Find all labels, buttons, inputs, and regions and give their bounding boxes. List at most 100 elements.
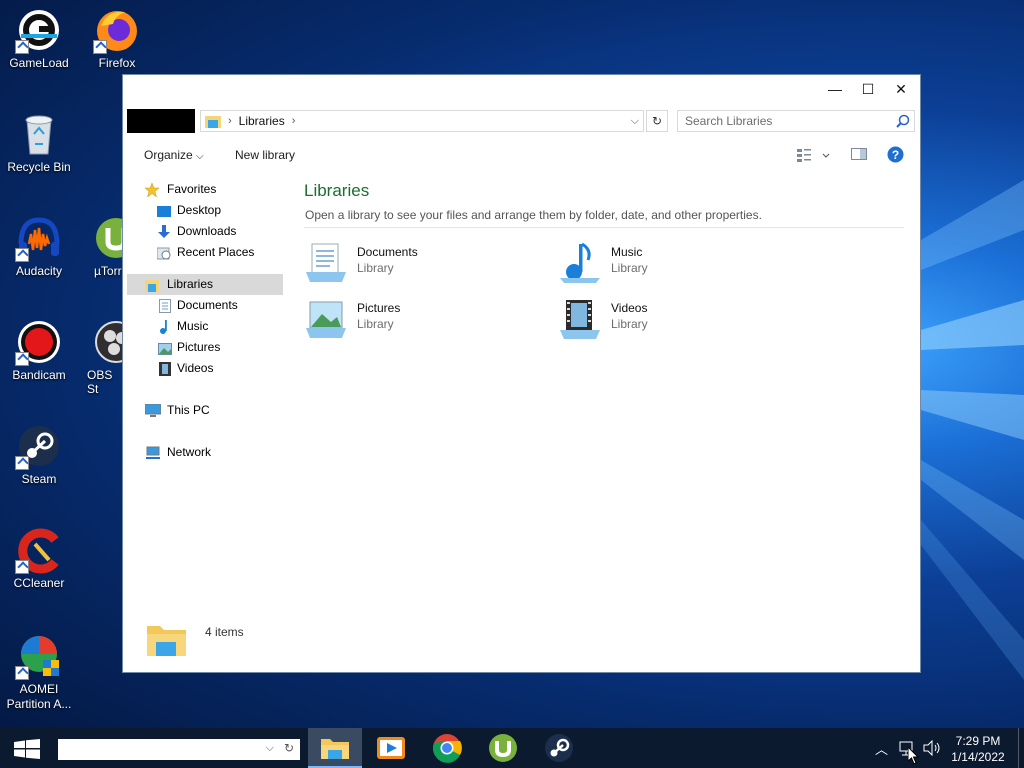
tile-type: Library [357,261,394,275]
chevron-down-icon[interactable]: ⌵ [266,742,274,755]
nav-favorites[interactable]: Favorites [127,179,283,200]
maximize-button[interactable]: ☐ [851,75,885,103]
desktop-icon-gameload[interactable]: GameLoad [0,6,78,70]
desktop-icon-recycle-bin[interactable]: Recycle Bin [0,110,78,174]
computer-icon [144,403,162,417]
nav-libraries[interactable]: Libraries [127,274,283,295]
preview-pane-icon[interactable] [851,147,867,164]
nav-this-pc[interactable]: This PC [127,400,283,421]
tile-type: Library [611,261,648,275]
documents-icon [304,242,348,284]
library-tile-music[interactable]: Music Library [558,242,798,286]
music-note-icon [159,320,173,334]
recycle-bin-icon [15,110,63,158]
organize-menu[interactable]: Organize ⌵ [144,148,204,162]
taskbar-search-input[interactable]: ⌵ ↻ [58,739,300,760]
refresh-button[interactable]: ↻ [646,110,668,132]
desktop-icon-ccleaner[interactable]: CCleaner [0,526,78,590]
search-icon[interactable] [896,114,910,131]
desktop-icon-label: GameLoad [9,56,69,70]
show-desktop-button[interactable] [1018,728,1024,768]
nav-music[interactable]: Music [127,316,283,337]
libraries-icon [145,278,159,292]
chevron-right-icon[interactable]: › [292,115,296,127]
desktop-icon-audacity[interactable]: Audacity [0,214,78,278]
desktop-icon-obs[interactable]: OBS St [78,318,124,396]
library-tile-documents[interactable]: Documents Library [304,242,544,286]
nav-videos[interactable]: Videos [127,358,283,379]
nav-recent-places[interactable]: Recent Places [127,242,283,263]
tile-name: Music [611,245,643,259]
taskbar-app-file-explorer[interactable] [308,728,362,768]
status-bar: 4 items [123,620,920,672]
desktop-icon-steam[interactable]: Steam [0,422,78,486]
clock-time: 7:29 PM [955,734,1001,748]
star-icon [144,182,160,198]
clock[interactable]: 7:29 PM 1/14/2022 [946,733,1010,765]
network-icon [145,446,160,459]
svg-text:?: ? [892,148,899,162]
address-row: › Libraries › ⌵ ↻ Search Libraries [127,108,915,133]
chevron-down-icon: ⌵ [196,151,204,162]
steam-icon [15,422,63,470]
libraries-icon [205,114,221,128]
chevron-down-icon[interactable]: ⌵ [631,115,639,128]
taskbar-app-media-player[interactable] [364,728,418,768]
bandicam-icon [15,318,63,366]
film-icon [558,298,602,340]
desktop-icon-aomei[interactable]: AOMEI Partition A... [0,632,78,712]
minimize-button[interactable]: — [818,75,852,103]
tile-name: Pictures [357,301,401,315]
close-button[interactable]: ✕ [884,75,918,103]
desktop-icon-label: Bandicam [12,368,66,382]
divider [304,227,904,228]
chevron-up-icon[interactable]: ︿ [875,739,888,758]
nav-documents[interactable]: Documents [127,295,283,316]
nav-desktop[interactable]: Desktop [127,200,283,221]
audacity-icon [15,214,63,262]
explorer-window: — ☐ ✕ › Libraries › ⌵ ↻ Search Libraries… [122,74,921,673]
address-bar[interactable]: › Libraries › ⌵ [200,110,644,132]
desktop-icon-utorrent[interactable]: µTorr [78,214,124,278]
refresh-icon[interactable]: ↻ [284,741,294,755]
folder-icon [146,622,188,661]
command-bar: Organize ⌵ New library ? [123,144,920,168]
view-options-icon[interactable] [796,147,830,166]
desktop-icon-label: CCleaner [13,576,65,590]
chevron-right-icon[interactable]: › [228,115,232,127]
taskbar-app-steam[interactable] [532,728,586,768]
taskbar-app-chrome[interactable] [420,728,474,768]
film-icon [159,362,173,376]
nav-pictures[interactable]: Pictures [127,337,283,358]
desktop-icon-label: OBS St [87,368,113,396]
volume-icon[interactable] [923,739,943,759]
windows-start-icon[interactable] [14,739,40,762]
desktop-icon-label: AOMEI Partition A... [6,682,72,711]
search-placeholder: Search Libraries [685,114,773,128]
taskbar-app-utorrent[interactable] [476,728,530,768]
page-title: Libraries [304,181,370,200]
nav-network[interactable]: Network [127,442,283,463]
gameload-icon [15,6,63,54]
library-tile-videos[interactable]: Videos Library [558,298,798,342]
desktop-icon-firefox[interactable]: Firefox [78,6,156,70]
desktop-icon-bandicam[interactable]: Bandicam [0,318,78,382]
tile-name: Documents [357,245,418,259]
obs-icon [92,318,124,366]
title-bar[interactable]: — ☐ ✕ [123,75,920,103]
help-icon[interactable]: ? [887,146,904,166]
search-input[interactable]: Search Libraries [677,110,915,132]
desktop-icon-label: Recycle Bin [7,160,71,174]
tile-type: Library [611,317,648,331]
taskbar: ⌵ ↻ ︿ 7:29 PM 1/14/2022 [0,728,1024,768]
redacted-nav-buttons [127,109,195,133]
new-library-button[interactable]: New library [235,148,295,162]
breadcrumb-libraries[interactable]: Libraries [239,114,285,128]
documents-icon [159,299,173,313]
utorrent-icon [92,214,124,262]
library-tile-pictures[interactable]: Pictures Library [304,298,544,342]
desktop-icon-label: µTorr [94,264,122,278]
nav-downloads[interactable]: Downloads [127,221,283,242]
firefox-icon [93,6,141,54]
desktop-icon-label: Audacity [15,264,63,278]
